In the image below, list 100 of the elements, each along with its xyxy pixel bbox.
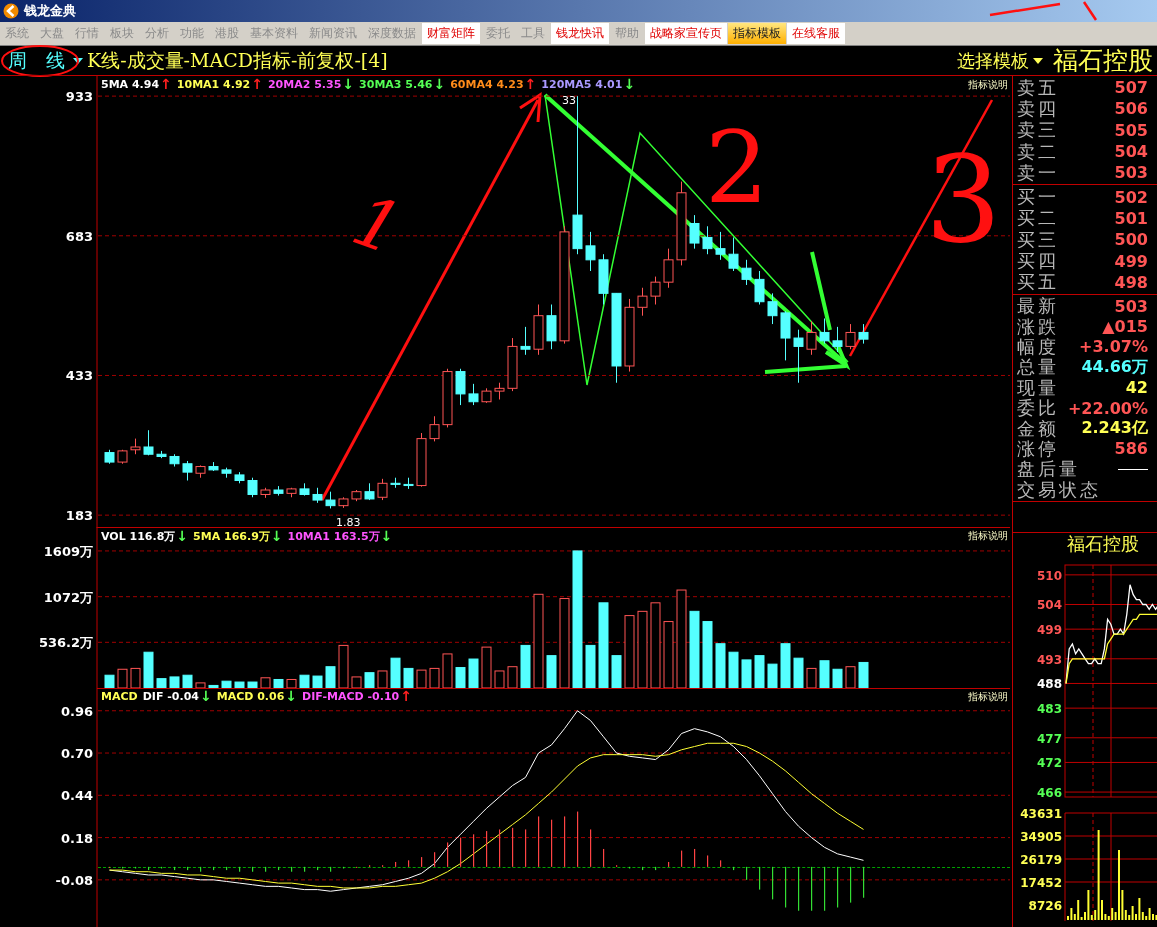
indicator-help-link[interactable]: 指标说明 (968, 529, 1008, 543)
menu-item[interactable]: 财富矩阵 (422, 23, 480, 44)
menu-item[interactable]: 工具 (516, 23, 550, 44)
menu-item[interactable]: 新闻资讯 (304, 23, 362, 44)
axis-label: 0.70 (60, 746, 93, 762)
indicator-value: VOL 116.8万 (101, 529, 176, 544)
indicator-value: 5MA 4.94 (101, 78, 160, 91)
ask-price: 503 (1114, 163, 1148, 183)
quote-value: +3.07% (1079, 337, 1148, 357)
quote-value: 586 (1114, 439, 1148, 459)
axis-label: 488 (1036, 677, 1062, 692)
indicator-value: DIF -0.04 (142, 690, 199, 703)
quote-label: 总量 (1017, 356, 1059, 379)
quote-value: 503 (1114, 296, 1148, 316)
axis-label: 43631 (1020, 807, 1062, 821)
trend-arrow: ↓ (342, 78, 355, 91)
axis-label: 472 (1036, 756, 1062, 771)
quote-label: 幅度 (1017, 335, 1059, 358)
indicator-value: MACD 0.06 (216, 690, 285, 703)
quote-value: 2.243亿 (1081, 418, 1148, 439)
chart-title: K线-成交量-MACD指标-前复权-[4] (87, 47, 388, 73)
low-price-label: 1.83 (336, 516, 361, 528)
quote-value: 42 (1125, 378, 1148, 398)
trend-arrow: ↑ (251, 78, 263, 91)
menu-item[interactable]: 港股 (210, 23, 244, 44)
trend-arrow: ↑ (524, 78, 537, 91)
menu-item[interactable]: 深度数据 (363, 23, 421, 44)
menu-item[interactable]: 钱龙快讯 (551, 23, 609, 44)
trend-arrow: ↑ (400, 690, 412, 703)
bid-price: 502 (1114, 187, 1148, 207)
ask-price: 504 (1114, 142, 1148, 162)
stock-name: 福石控股 (1066, 533, 1140, 555)
axis-label: 466 (1036, 786, 1062, 801)
axis-label: 1072万 (43, 589, 93, 605)
menu-item[interactable]: 系统 (0, 23, 34, 44)
quote-value: 44.66万 (1081, 356, 1148, 378)
indicator-value: 10MA1 163.5万 (287, 529, 380, 544)
bid-price: 501 (1114, 208, 1148, 228)
axis-label: 483 (1036, 702, 1062, 717)
quote-label: 金额 (1017, 417, 1059, 440)
axis-label: 504 (1036, 598, 1062, 613)
menu-item[interactable]: 帮助 (610, 23, 644, 44)
menu-item[interactable]: 指标模板 (728, 23, 786, 44)
quote-value: ▲015 (1102, 317, 1148, 337)
trend-arrow: ↓ (380, 530, 393, 543)
quote-value: +22.00% (1067, 398, 1148, 418)
menu-item[interactable]: 大盘 (35, 23, 69, 44)
indicator-value: 20MA2 5.35 (267, 78, 342, 91)
menu-item[interactable]: 战略家宣传页 (645, 23, 727, 44)
axis-label: 536.2万 (38, 635, 93, 651)
trend-arrow: ↓ (270, 530, 283, 543)
axis-label: 683 (65, 228, 93, 244)
quote-label: 卖五 (1017, 75, 1059, 100)
bid-price: 498 (1114, 272, 1148, 292)
trend-arrow: ↓ (285, 690, 298, 703)
menu-item[interactable]: 委托 (481, 23, 515, 44)
indicator-help-link[interactable]: 指标说明 (968, 78, 1008, 92)
bid-price: 499 (1114, 251, 1148, 271)
axis-label: 26179 (1020, 853, 1062, 867)
quote-label: 卖一 (1017, 161, 1059, 185)
ask-price: 506 (1114, 99, 1148, 119)
indicator-name: MACD (101, 690, 138, 703)
axis-label: 433 (65, 368, 93, 384)
axis-label: 510 (1036, 568, 1062, 583)
bid-price: 500 (1114, 230, 1148, 250)
ask-price: 507 (1114, 78, 1148, 98)
indicator-value: 120MA5 4.01 (541, 78, 623, 91)
trend-arrow: ↓ (623, 78, 636, 91)
axis-label: 499 (1036, 623, 1062, 638)
menu-item[interactable]: 在线客服 (787, 23, 845, 44)
axis-label: 493 (1036, 652, 1062, 667)
quote-label: 现量 (1017, 376, 1059, 398)
handwritten-number: 2 (705, 118, 769, 218)
quote-label: 涨停 (1017, 437, 1059, 460)
menu-item[interactable]: 板块 (105, 23, 139, 44)
stock-name: 福石控股 (1053, 45, 1153, 77)
axis-label: 933 (65, 89, 93, 105)
axis-label: 8726 (1028, 899, 1062, 913)
quote-label: 涨跌 (1017, 315, 1059, 338)
indicator-help-link[interactable]: 指标说明 (968, 690, 1008, 704)
handwritten-number: 1 (344, 184, 411, 266)
trend-arrow: ↑ (160, 78, 172, 91)
period-selector[interactable]: 周 线 (4, 47, 69, 74)
axis-label: 183 (65, 508, 93, 524)
menu-item[interactable]: 功能 (175, 23, 209, 44)
trend-arrow: ↓ (433, 78, 446, 91)
quote-label: 委比 (1017, 396, 1059, 420)
menu-item[interactable]: 分析 (140, 23, 174, 44)
axis-label: 1609万 (43, 543, 93, 559)
menu-item[interactable]: 基本资料 (245, 23, 303, 44)
ask-price: 505 (1114, 120, 1148, 140)
high-price-label: 33 (562, 94, 576, 107)
trend-arrow: ↓ (176, 530, 189, 543)
indicator-value: 30MA3 5.46 (359, 78, 433, 91)
menu-item[interactable]: 行情 (70, 23, 104, 44)
template-selector[interactable]: 选择模板 (957, 48, 1029, 73)
indicator-value: 5MA 166.9万 (193, 529, 270, 544)
axis-label: 34905 (1020, 830, 1062, 844)
indicator-value: DIF-MACD -0.10 (302, 690, 400, 703)
window-title: 钱龙金典 (24, 2, 76, 20)
